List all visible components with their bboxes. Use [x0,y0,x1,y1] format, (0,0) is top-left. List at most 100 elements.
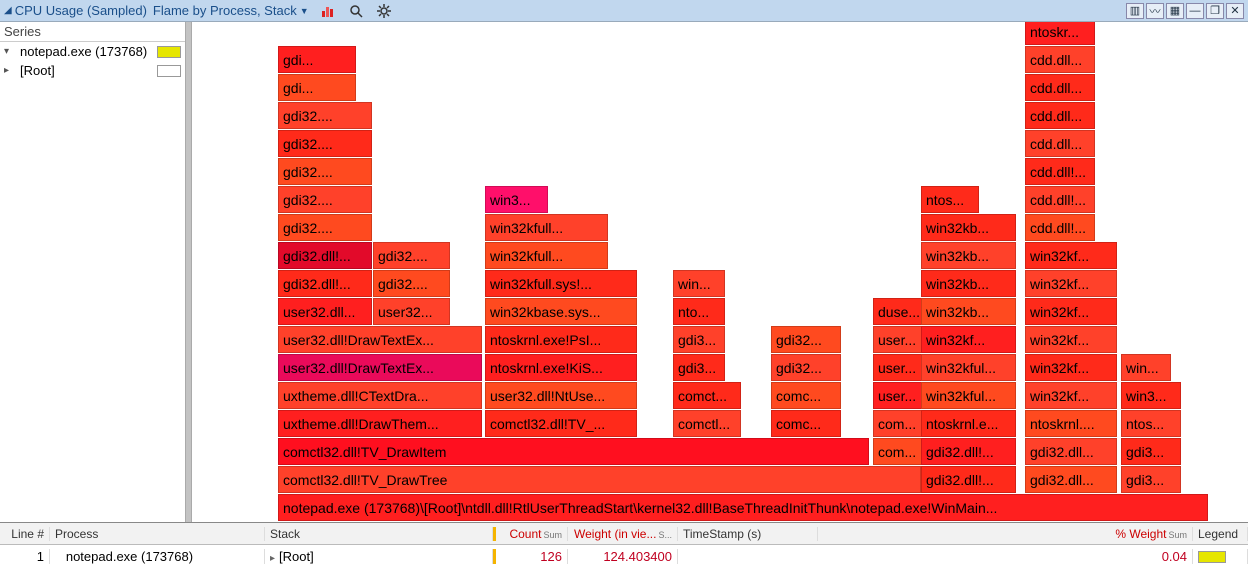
flame-frame[interactable]: comctl32.dll!TV_DrawTree [278,466,921,493]
flame-frame[interactable]: ntoskrnl.e... [921,410,1016,437]
flame-frame[interactable]: gdi32.dll!... [921,438,1016,465]
flame-frame[interactable]: comc... [771,410,841,437]
flame-graph[interactable]: ntoskr... gdi... cdd.dll... gdi... cdd.dll..… [192,22,1248,522]
flame-frame[interactable]: gdi32.... [278,214,372,241]
series-row[interactable]: ▾notepad.exe (173768) [0,42,185,61]
flame-frame[interactable]: ntoskr... [1025,22,1095,45]
flame-frame[interactable]: win32kbase.sys... [485,298,637,325]
flame-frame[interactable]: gdi... [278,46,356,73]
expand-icon[interactable]: ▸ [4,65,16,76]
flame-frame[interactable]: gdi3... [673,354,725,381]
flame-frame[interactable]: user32... [373,298,450,325]
flame-frame[interactable]: win32kfull.sys!... [485,270,637,297]
expand-icon[interactable]: ▾ [4,46,16,57]
table-row[interactable]: 1 notepad.exe (173768) ▸[Root] 126 124.4… [0,545,1248,567]
flame-frame[interactable]: win32kb... [921,270,1016,297]
gear-icon[interactable] [375,2,393,20]
flame-frame[interactable]: win32kb... [921,214,1016,241]
col-weight[interactable]: Weight (in vie...S... [568,527,678,541]
flame-frame[interactable]: gdi32.dll!... [278,270,372,297]
col-legend[interactable]: Legend [1193,527,1248,541]
view-mode-dropdown[interactable]: Flame by Process, Stack ▼ [153,3,309,18]
flame-frame[interactable]: gdi32.... [373,242,450,269]
flame-frame[interactable]: win... [1121,354,1171,381]
flame-frame[interactable]: win32kfull... [485,214,608,241]
flame-frame[interactable]: gdi32... [771,326,841,353]
col-stack[interactable]: Stack [265,527,493,541]
flame-frame[interactable]: ntoskrnl.... [1025,410,1117,437]
flame-frame[interactable]: cdd.dll... [1025,130,1095,157]
close-icon[interactable]: ✕ [1226,3,1244,19]
flame-frame[interactable]: uxtheme.dll!CTextDra... [278,382,482,409]
flame-frame[interactable]: comct... [673,382,741,409]
flame-frame[interactable]: win32kf... [1025,326,1117,353]
flame-frame[interactable]: gdi... [278,74,356,101]
flame-frame[interactable]: gdi3... [1121,438,1181,465]
flame-frame[interactable]: win32kf... [1025,354,1117,381]
flame-frame[interactable]: user32.dll!DrawTextEx... [278,354,482,381]
flame-frame[interactable]: user32.dll... [278,298,372,325]
flame-frame[interactable]: win32kful... [921,354,1016,381]
flame-frame[interactable]: gdi32.dll... [1025,466,1117,493]
series-row[interactable]: ▸[Root] [0,61,185,80]
flame-frame[interactable]: win3... [485,186,548,213]
flame-frame[interactable]: win32kfull... [485,242,608,269]
flame-frame[interactable]: gdi3... [673,326,725,353]
flame-frame[interactable]: user32.dll!NtUse... [485,382,637,409]
flame-frame[interactable]: win32kf... [1025,242,1117,269]
flame-frame[interactable]: win32kb... [921,242,1016,269]
flame-frame[interactable]: ntos... [1121,410,1181,437]
flame-frame[interactable]: gdi32.... [278,102,372,129]
flame-frame[interactable]: comctl32.dll!TV_... [485,410,637,437]
flame-frame[interactable]: ntoskrnl.exe!PsI... [485,326,637,353]
flame-frame[interactable]: win... [673,270,725,297]
flame-frame[interactable]: gdi3... [1121,466,1181,493]
flame-frame[interactable]: win32kf... [921,326,1016,353]
flame-frame[interactable]: ntoskrnl.exe!KiS... [485,354,637,381]
flame-frame[interactable]: gdi32.dll!... [921,466,1016,493]
col-count[interactable]: CountSum [493,527,568,541]
flame-frame[interactable]: comctl... [673,410,741,437]
col-timestamp[interactable]: TimeStamp (s) [678,527,818,541]
flame-frame[interactable]: win32kf... [1025,270,1117,297]
flame-frame[interactable]: cdd.dll... [1025,74,1095,101]
flame-frame[interactable]: win32kb... [921,298,1016,325]
search-icon[interactable] [347,2,365,20]
flame-frame[interactable]: gdi32.dll!... [278,242,372,269]
col-line[interactable]: Line # [0,527,50,541]
flame-frame[interactable]: gdi32.... [373,270,450,297]
cell-legend [1193,549,1248,564]
col-pct-weight[interactable]: % WeightSum [1098,527,1193,541]
flame-frame[interactable]: win32kful... [921,382,1016,409]
flame-frame[interactable]: cdd.dll!... [1025,214,1095,241]
chart-tab-icon[interactable]: ▥ [1126,3,1144,19]
flame-frame[interactable]: comctl32.dll!TV_DrawItem [278,438,869,465]
restore-icon[interactable]: ❐ [1206,3,1224,19]
flame-frame[interactable]: uxtheme.dll!DrawThem... [278,410,482,437]
flame-frame[interactable]: nto... [673,298,725,325]
minimize-icon[interactable]: — [1186,3,1204,19]
flame-frame[interactable]: cdd.dll... [1025,46,1095,73]
flame-frame[interactable]: cdd.dll!... [1025,158,1095,185]
flame-frame[interactable]: gdi32.... [278,158,372,185]
view-mode-label: Flame by Process, Stack [153,3,297,18]
flame-frame[interactable]: cdd.dll... [1025,102,1095,129]
flame-frame[interactable]: comc... [771,382,841,409]
flame-frame[interactable]: win32kf... [1025,382,1117,409]
flame-chart-icon[interactable] [319,2,337,20]
flame-frame[interactable]: gdi32.dll... [1025,438,1117,465]
flame-frame[interactable]: notepad.exe (173768)\[Root]\ntdll.dll!Rt… [278,494,1208,521]
col-process[interactable]: Process [50,527,265,541]
flame-frame[interactable]: user32.dll!DrawTextEx... [278,326,482,353]
flame-frame[interactable]: gdi32... [771,354,841,381]
flame-frame[interactable]: ntos... [921,186,979,213]
collapse-caret[interactable]: ◢ [4,5,12,16]
flame-frame[interactable]: win32kf... [1025,298,1117,325]
flame-frame[interactable]: win3... [1121,382,1181,409]
expand-icon[interactable]: ▸ [270,553,275,564]
line-tab-icon[interactable]: 〰 [1146,3,1164,19]
flame-frame[interactable]: gdi32.... [278,130,372,157]
flame-frame[interactable]: cdd.dll!... [1025,186,1095,213]
flame-frame[interactable]: gdi32.... [278,186,372,213]
grid-tab-icon[interactable]: ▦ [1166,3,1184,19]
